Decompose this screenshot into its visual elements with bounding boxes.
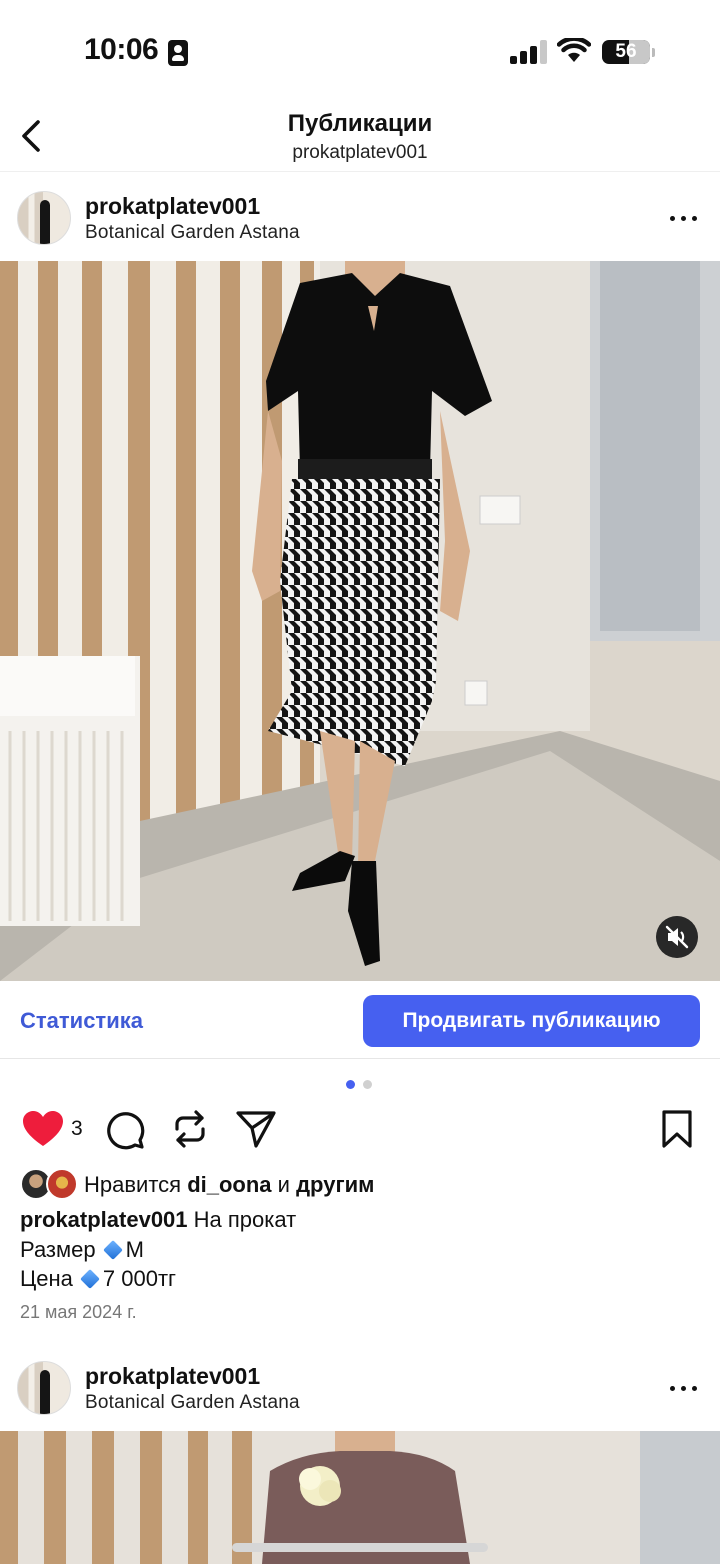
caption-size-line: Размер M — [20, 1237, 144, 1263]
post-photo-image — [0, 261, 720, 981]
caption-text: На прокат — [193, 1207, 297, 1232]
avatar[interactable] — [17, 191, 71, 245]
avatar[interactable] — [17, 1361, 71, 1415]
bookmark-icon[interactable] — [660, 1109, 694, 1149]
blue-diamond-icon — [80, 1269, 100, 1290]
battery-percent: 56 — [615, 41, 637, 62]
liker-avatar — [46, 1168, 78, 1200]
cellular-signal-icon — [510, 40, 548, 64]
home-indicator — [232, 1543, 488, 1552]
carousel-dot — [363, 1080, 372, 1089]
caption-size-label: Размер — [20, 1237, 96, 1262]
caption-line: prokatplatev001 На прокат — [20, 1207, 296, 1233]
like-count[interactable]: 3 — [71, 1117, 83, 1141]
liker-username[interactable]: di_oona — [187, 1172, 271, 1197]
promote-post-button[interactable]: Продвигать публикацию — [363, 995, 700, 1047]
likes-text: Нравится di_oona и другим — [84, 1172, 374, 1198]
post-username[interactable]: prokatplatev001 — [85, 1363, 260, 1390]
person-id-icon — [168, 40, 188, 66]
post-location[interactable]: Botanical Garden Astana — [85, 222, 300, 244]
post-header: prokatplatev001 Botanical Garden Astana — [0, 1343, 720, 1431]
heart-filled-icon[interactable] — [22, 1110, 64, 1148]
more-options-icon[interactable] — [664, 203, 704, 233]
wifi-icon — [557, 38, 591, 62]
sound-off-icon[interactable] — [656, 916, 698, 958]
comment-icon[interactable] — [104, 1109, 146, 1151]
likes-others-link[interactable]: другим — [296, 1172, 374, 1197]
caption-size-value: M — [125, 1237, 144, 1262]
caption-price-label: Цена — [20, 1266, 73, 1291]
blue-diamond-icon — [102, 1240, 123, 1261]
more-options-icon[interactable] — [664, 1373, 704, 1403]
share-send-icon[interactable] — [235, 1109, 277, 1149]
likes-conjunction: и — [277, 1172, 290, 1197]
post-header: prokatplatev001 Botanical Garden Astana — [0, 173, 720, 261]
divider — [0, 1058, 720, 1059]
caption-username[interactable]: prokatplatev001 — [20, 1207, 188, 1232]
battery-icon: 56 — [602, 40, 655, 64]
post-date: 21 мая 2024 г. — [20, 1302, 137, 1322]
page-subtitle: prokatplatev001 — [292, 142, 428, 163]
repost-icon[interactable] — [170, 1109, 210, 1149]
caption-price-value: 7 000тг — [102, 1266, 177, 1291]
post-location[interactable]: Botanical Garden Astana — [85, 1392, 300, 1414]
status-bar: 10:06 56 — [0, 0, 720, 100]
likes-prefix: Нравится — [84, 1172, 182, 1197]
page-title: Публикации — [287, 110, 433, 137]
status-time: 10:06 — [84, 33, 159, 66]
post-username[interactable]: prokatplatev001 — [85, 193, 260, 220]
carousel-dot-active — [346, 1080, 355, 1089]
caption-price-line: Цена 7 000тг — [20, 1266, 176, 1292]
post-photo[interactable] — [0, 261, 720, 981]
page-header: Публикации prokatplatev001 — [0, 100, 720, 172]
insights-link[interactable]: Статистика — [20, 1008, 143, 1034]
